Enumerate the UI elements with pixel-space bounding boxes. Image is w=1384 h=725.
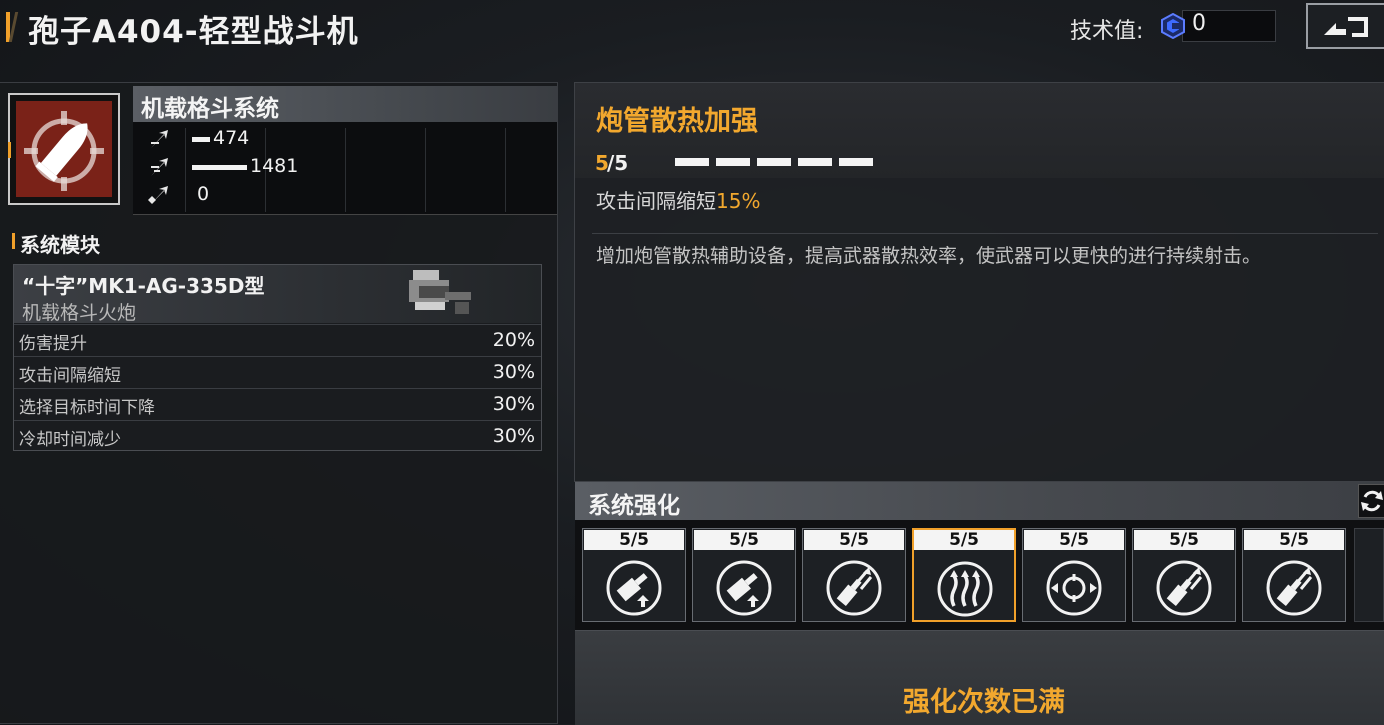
cannon-arrows-icon xyxy=(1266,560,1322,616)
level-pip xyxy=(675,158,709,166)
level-pip xyxy=(757,158,791,166)
upgrade-level-max: /5 xyxy=(607,151,629,175)
title-accent-stripe xyxy=(8,12,19,42)
enhance-slot[interactable]: 5/5 xyxy=(1132,528,1236,622)
section-accent xyxy=(12,233,15,249)
level-pip xyxy=(716,158,750,166)
stat-grid-line xyxy=(185,128,186,212)
module-stat-label: 冷却时间减少 xyxy=(19,430,121,450)
module-stat-value: 20% xyxy=(492,329,535,351)
module-stat-label: 伤害提升 xyxy=(19,334,87,354)
module-stat-value: 30% xyxy=(492,361,535,383)
upgrade-description: 增加炮管散热辅助设备，提高武器散热效率，使武器可以更快的进行持续射击。 xyxy=(596,245,1262,267)
level-pip xyxy=(798,158,832,166)
page-title: 孢子A404-轻型战斗机 xyxy=(28,14,359,50)
refresh-icon xyxy=(1361,490,1383,512)
module-stat-value: 30% xyxy=(492,425,535,447)
upgrade-effect-value: 15% xyxy=(716,189,761,213)
enhance-status: 强化次数已满 xyxy=(903,687,1065,718)
range-arrow-icon xyxy=(148,184,170,206)
enhance-title: 系统强化 xyxy=(588,493,680,519)
module-stat-value: 30% xyxy=(492,393,535,415)
back-arrow-icon xyxy=(1324,17,1368,37)
module-stat-row: 选择目标时间下降 30% xyxy=(14,388,541,419)
refresh-button[interactable] xyxy=(1358,484,1384,518)
modules-title: 系统模块 xyxy=(20,233,100,257)
module-name: “十字”MK1-AG-335D型 xyxy=(22,274,265,298)
enhance-slot[interactable]: 5/5 xyxy=(1022,528,1126,622)
cannon-module-image xyxy=(405,266,477,320)
selected-marker xyxy=(8,142,11,158)
slot-level: 5/5 xyxy=(1024,530,1124,550)
slot-level: 5/5 xyxy=(1244,530,1344,550)
stat-value-speed: 1481 xyxy=(250,155,299,177)
cannon-up-icon xyxy=(606,560,662,616)
divider xyxy=(592,233,1378,234)
enhance-slot[interactable]: 5/5 xyxy=(692,528,796,622)
stat-value-attack: 474 xyxy=(213,127,250,149)
back-button[interactable] xyxy=(1306,3,1384,49)
cannon-arrows-icon xyxy=(1156,560,1212,616)
tech-value-label: 技术值: xyxy=(1070,19,1144,44)
stat-grid-line xyxy=(505,128,506,212)
enhance-slot[interactable]: 5/5 xyxy=(802,528,906,622)
stat-bar-speed xyxy=(192,165,247,170)
stat-value-range: 0 xyxy=(197,183,210,205)
attack-arrow-icon xyxy=(148,128,170,150)
tech-point-icon xyxy=(1160,12,1186,40)
stat-grid-line xyxy=(345,128,346,212)
upgrade-effect: 攻击间隔缩短15% xyxy=(596,185,760,214)
slot-level: 5/5 xyxy=(584,530,684,550)
enhance-slot-partial[interactable] xyxy=(1354,528,1384,622)
module-stat-label: 选择目标时间下降 xyxy=(19,398,155,418)
module-stat-row: 冷却时间减少 30% xyxy=(14,420,541,451)
slot-level: 5/5 xyxy=(1134,530,1234,550)
heat-waves-icon xyxy=(937,561,993,617)
upgrade-title: 炮管散热加强 xyxy=(596,106,758,137)
bullet-crosshair-icon xyxy=(16,101,112,197)
enhance-slot[interactable]: 5/5 xyxy=(1242,528,1346,622)
slot-level: 5/5 xyxy=(694,530,794,550)
enhance-slot[interactable]: 5/5 xyxy=(582,528,686,622)
module-stat-label: 攻击间隔缩短 xyxy=(19,366,121,386)
tech-value: 0 xyxy=(1192,11,1206,36)
speed-arrow-icon xyxy=(148,156,170,178)
module-stat-row: 伤害提升 20% xyxy=(14,324,541,355)
module-stat-row: 攻击间隔缩短 30% xyxy=(14,356,541,387)
system-name: 机载格斗系统 xyxy=(141,96,279,122)
module-type: 机载格斗火炮 xyxy=(22,302,137,324)
target-crosshair-icon xyxy=(1046,560,1102,616)
upgrade-effect-label: 攻击间隔缩短 xyxy=(596,189,716,213)
stat-bar-attack xyxy=(192,137,210,142)
enhance-header xyxy=(575,482,1384,520)
enhance-slot-selected[interactable]: 5/5 xyxy=(912,528,1016,622)
stat-grid-line xyxy=(425,128,426,212)
level-pip xyxy=(839,158,873,166)
slot-level: 5/5 xyxy=(914,530,1014,550)
slot-level: 5/5 xyxy=(804,530,904,550)
cannon-up-icon xyxy=(716,560,772,616)
cannon-arrows-icon xyxy=(826,560,882,616)
